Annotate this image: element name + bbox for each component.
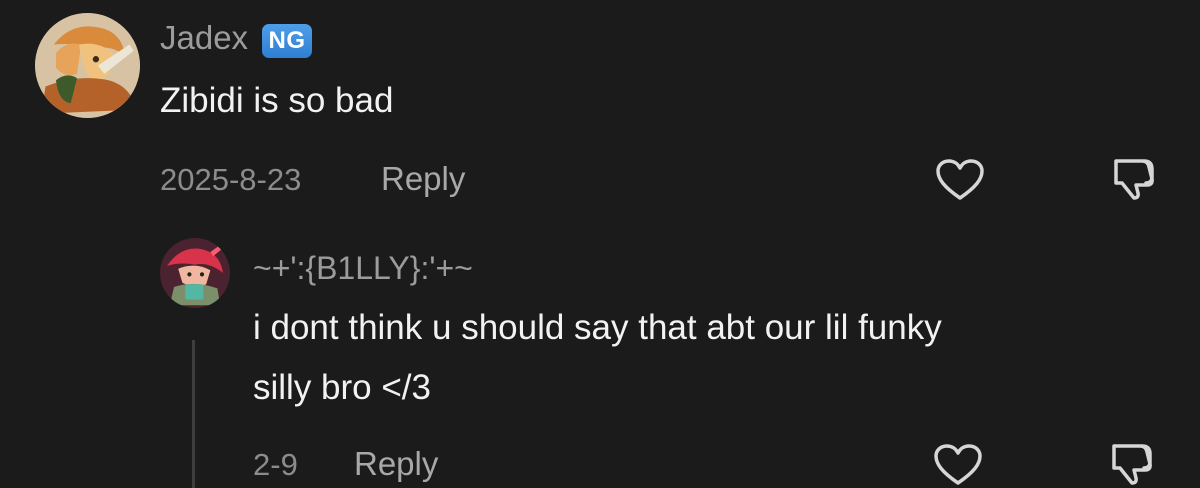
reply-text-line-2: silly bro </3 [253,368,431,407]
comment-thread: Jadex NG Zibidi is so bad 2025-8-23 Repl… [0,0,1200,488]
thumbs-down-icon [1112,444,1152,485]
reply-button[interactable]: Reply [354,444,438,484]
avatar[interactable] [35,13,140,118]
avatar[interactable] [160,238,230,308]
like-button[interactable] [932,442,984,488]
avatar-image [35,13,140,118]
reply-username[interactable]: ~+':{B1LLY}:'+~ [253,248,473,288]
dislike-button[interactable] [1108,155,1160,201]
dislike-button[interactable] [1106,440,1158,486]
thread-line [192,340,195,488]
thumbs-down-icon [1114,159,1154,200]
like-button[interactable] [934,157,986,203]
heart-icon [936,159,984,200]
heart-icon [934,444,982,485]
avatar-image [160,238,230,308]
comment-date: 2025-8-23 [160,162,302,197]
reply-text-line-1: i dont think u should say that abt our l… [253,308,942,347]
comment-username[interactable]: Jadex [160,18,248,58]
reply-button[interactable]: Reply [381,159,465,199]
reply-date: 2-9 [253,447,298,482]
newgrounds-badge: NG [262,24,312,58]
comment-text: Zibidi is so bad [160,81,394,120]
